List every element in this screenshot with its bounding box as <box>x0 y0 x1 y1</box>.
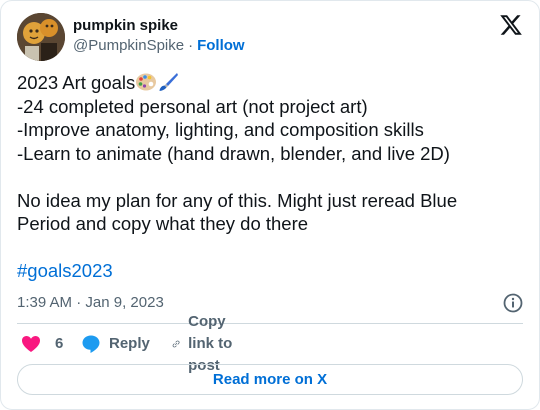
artist-palette-icon <box>135 72 157 92</box>
reply-label: Reply <box>109 335 150 352</box>
paintbrush-icon <box>157 72 179 92</box>
post-time[interactable]: 1:39 AM <box>17 294 72 311</box>
post-line: -Learn to animate (hand drawn, blender, … <box>17 142 450 164</box>
post-line: 2023 Art goals <box>17 71 517 95</box>
hashtag-link[interactable]: #goals2023 <box>17 260 113 281</box>
post-date[interactable]: Jan 9, 2023 <box>85 294 163 311</box>
user-info: pumpkin spike @PumpkinSpike · Follow <box>73 16 245 56</box>
divider <box>17 323 523 324</box>
post-timestamp: 1:39 AM · Jan 9, 2023 <box>17 293 523 313</box>
x-logo-icon[interactable] <box>499 13 523 37</box>
post-line-text: 2023 Art goals <box>17 72 136 93</box>
separator-dot: · <box>76 294 82 311</box>
reply-button[interactable]: Reply <box>81 333 150 355</box>
user-handle[interactable]: @PumpkinSpike <box>73 37 184 54</box>
read-more-button[interactable]: Read more on X <box>17 364 523 395</box>
link-icon <box>172 340 180 348</box>
post-header: pumpkin spike @PumpkinSpike · Follow <box>17 13 523 61</box>
display-name[interactable]: pumpkin spike <box>73 16 245 36</box>
post-line: -24 completed personal art (not project … <box>17 95 368 117</box>
like-button[interactable]: 6 <box>21 333 63 355</box>
copy-link-button[interactable]: Copy link to post <box>172 313 238 374</box>
handle-row: @PumpkinSpike · Follow <box>73 36 245 56</box>
heart-icon <box>22 336 40 352</box>
post-line: -Improve anatomy, lighting, and composit… <box>17 119 424 140</box>
post-line: No idea my plan for any of this. Might j… <box>17 189 458 211</box>
embedded-post-card: pumpkin spike @PumpkinSpike · Follow 2023 … <box>0 0 540 410</box>
separator-dot: · <box>188 37 194 54</box>
avatar[interactable] <box>17 13 65 61</box>
follow-link[interactable]: Follow <box>197 37 245 54</box>
post-text: 2023 Art goals -24 completed personal ar… <box>17 71 517 283</box>
post-line: Period and copy what they do there <box>17 213 309 234</box>
reply-bubble-icon <box>82 335 100 353</box>
like-count: 6 <box>55 335 64 352</box>
post-line: #goals2023 <box>17 259 517 283</box>
info-icon[interactable] <box>503 293 523 313</box>
